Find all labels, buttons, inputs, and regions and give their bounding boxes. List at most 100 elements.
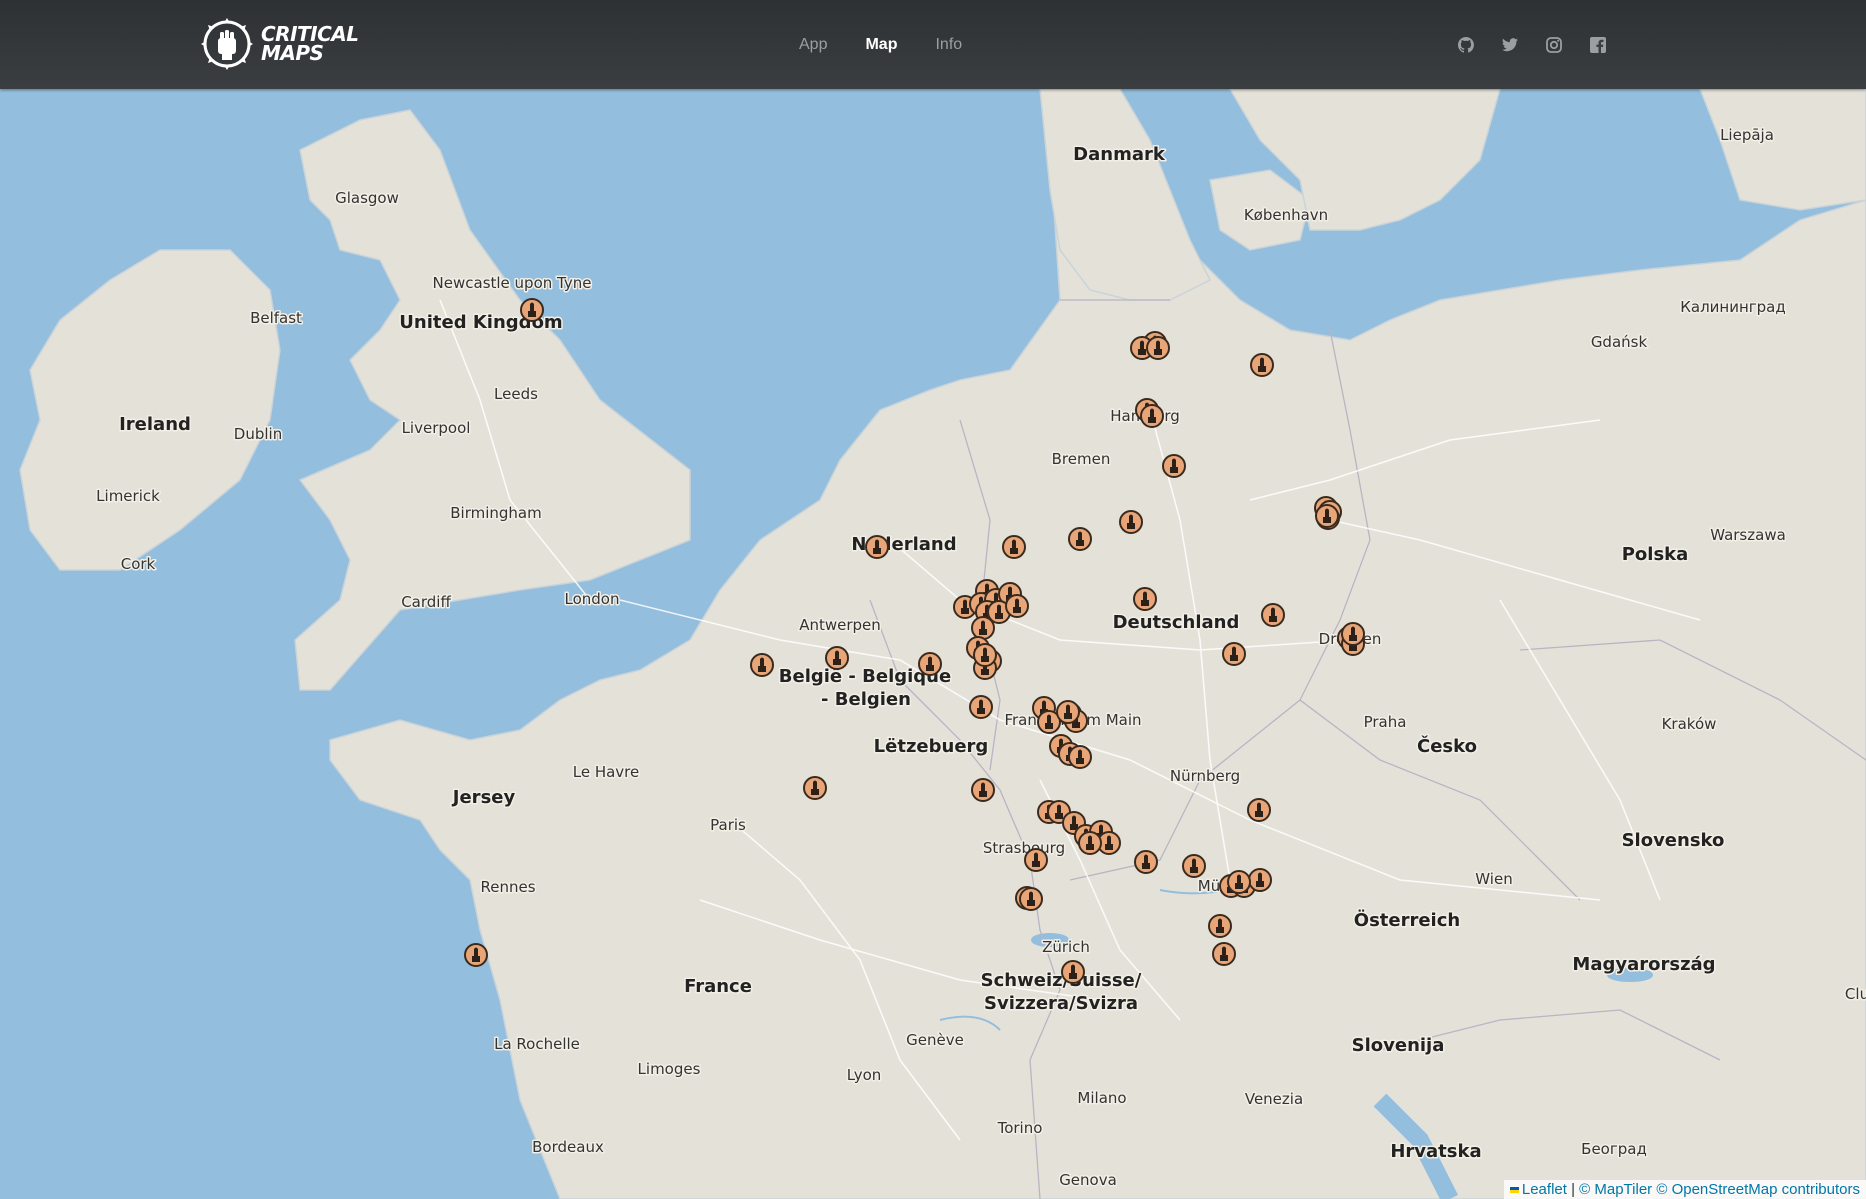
nav-link-app[interactable]: App	[799, 36, 827, 54]
city-label: La Rochelle	[494, 1035, 580, 1053]
osm-link[interactable]: © OpenStreetMap contributors	[1656, 1181, 1860, 1198]
country-label: - Belgien	[821, 689, 911, 710]
map-view[interactable]: DanmarkUnited KingdomIrelandNederlandBel…	[0, 0, 1866, 1199]
rider-marker[interactable]	[520, 298, 544, 322]
city-label: London	[565, 590, 620, 608]
rider-marker[interactable]	[971, 778, 995, 802]
rider-marker[interactable]	[918, 652, 942, 676]
map-attribution: Leaflet | © MapTiler © OpenStreetMap con…	[1503, 1180, 1866, 1199]
city-label: Clu	[1845, 985, 1866, 1003]
city-label: Le Havre	[573, 763, 640, 781]
city-label: Newcastle upon Tyne	[433, 274, 592, 292]
rider-marker[interactable]	[1162, 454, 1186, 478]
city-label: Limerick	[96, 487, 160, 505]
rider-marker[interactable]	[1068, 745, 1092, 769]
city-label: Birmingham	[450, 504, 541, 522]
country-label: Lëtzebuerg	[874, 736, 989, 757]
rider-marker[interactable]	[1005, 594, 1029, 618]
city-label: Dublin	[234, 425, 282, 443]
city-label: Gdańsk	[1591, 333, 1648, 351]
rider-marker[interactable]	[1212, 942, 1236, 966]
city-label: Belfast	[250, 309, 302, 327]
rider-marker[interactable]	[969, 695, 993, 719]
rider-marker[interactable]	[1227, 870, 1251, 894]
city-label: Warszawa	[1710, 526, 1786, 544]
city-label: Калининград	[1680, 298, 1786, 316]
rider-marker[interactable]	[865, 535, 889, 559]
city-label: Paris	[710, 816, 746, 834]
city-label: Београд	[1581, 1140, 1647, 1158]
nav-link-info[interactable]: Info	[935, 36, 962, 54]
city-label: Milano	[1077, 1089, 1126, 1107]
rider-marker[interactable]	[750, 653, 774, 677]
city-label: Bremen	[1052, 450, 1111, 468]
main-nav: App Map Info	[780, 0, 981, 89]
leaflet-link[interactable]: Leaflet	[1522, 1181, 1567, 1198]
rider-marker[interactable]	[1341, 622, 1365, 646]
github-icon[interactable]	[1457, 36, 1475, 54]
nav-link-map[interactable]: Map	[865, 36, 897, 54]
city-label: Rennes	[480, 878, 535, 896]
country-label: Österreich	[1354, 909, 1460, 931]
rider-marker[interactable]	[1068, 527, 1092, 551]
rider-marker[interactable]	[1248, 868, 1272, 892]
city-label: Antwerpen	[799, 616, 881, 634]
critical-maps-logo[interactable]: CRITICAL MAPS	[199, 16, 359, 72]
city-label: Zürich	[1042, 938, 1090, 956]
city-label: Glasgow	[335, 189, 399, 207]
rider-marker[interactable]	[1119, 510, 1143, 534]
country-label: Česko	[1417, 735, 1477, 757]
rider-marker[interactable]	[803, 776, 827, 800]
rider-marker[interactable]	[464, 943, 488, 967]
country-label: Deutschland	[1113, 612, 1240, 633]
twitter-icon[interactable]	[1501, 36, 1519, 54]
country-label: Jersey	[451, 787, 516, 808]
rider-marker[interactable]	[1134, 850, 1158, 874]
rider-marker[interactable]	[1182, 854, 1206, 878]
country-label: Polska	[1622, 544, 1689, 565]
rider-marker[interactable]	[1078, 831, 1102, 855]
rider-marker[interactable]	[973, 643, 997, 667]
social-links	[1444, 0, 1620, 89]
rider-marker[interactable]	[1208, 914, 1232, 938]
rider-marker[interactable]	[825, 646, 849, 670]
rider-marker[interactable]	[1002, 535, 1026, 559]
rider-marker[interactable]	[1061, 960, 1085, 984]
rider-marker[interactable]	[1247, 798, 1271, 822]
country-label: Danmark	[1073, 144, 1166, 165]
city-label: Kraków	[1662, 715, 1717, 733]
facebook-icon[interactable]	[1589, 36, 1607, 54]
rider-marker[interactable]	[971, 616, 995, 640]
city-label: Strasbourg	[983, 839, 1065, 857]
attribution-separator: |	[1566, 1181, 1580, 1198]
city-label: Nürnberg	[1170, 767, 1240, 785]
maptiler-link[interactable]: © MapTiler	[1579, 1181, 1652, 1198]
rider-marker[interactable]	[1024, 848, 1048, 872]
city-label: Torino	[997, 1119, 1043, 1137]
rider-marker[interactable]	[1261, 603, 1285, 627]
rider-marker[interactable]	[1146, 336, 1170, 360]
instagram-icon[interactable]	[1545, 36, 1563, 54]
ukraine-flag-icon	[1509, 1187, 1519, 1194]
city-label: Liepāja	[1720, 126, 1774, 144]
rider-marker[interactable]	[1140, 404, 1164, 428]
city-label: Cardiff	[401, 593, 451, 611]
top-navbar: CRITICAL MAPS App Map Info	[0, 0, 1866, 89]
country-label: Slovenija	[1352, 1035, 1445, 1056]
rider-marker[interactable]	[1019, 887, 1043, 911]
rider-marker[interactable]	[1250, 353, 1274, 377]
rider-marker[interactable]	[1222, 642, 1246, 666]
rider-marker[interactable]	[1133, 587, 1157, 611]
city-label: Liverpool	[402, 419, 471, 437]
city-label: Bordeaux	[532, 1138, 604, 1156]
city-label: Leeds	[494, 385, 538, 403]
rider-marker[interactable]	[1315, 504, 1339, 528]
city-label: Genève	[906, 1031, 964, 1049]
city-label: Praha	[1364, 713, 1407, 731]
city-label: Lyon	[847, 1066, 882, 1084]
country-label: Magyarország	[1572, 954, 1715, 975]
country-label: Slovensko	[1622, 830, 1725, 851]
country-label: Hrvatska	[1390, 1141, 1481, 1162]
rider-marker[interactable]	[1056, 700, 1080, 724]
city-label: Limoges	[638, 1060, 701, 1078]
